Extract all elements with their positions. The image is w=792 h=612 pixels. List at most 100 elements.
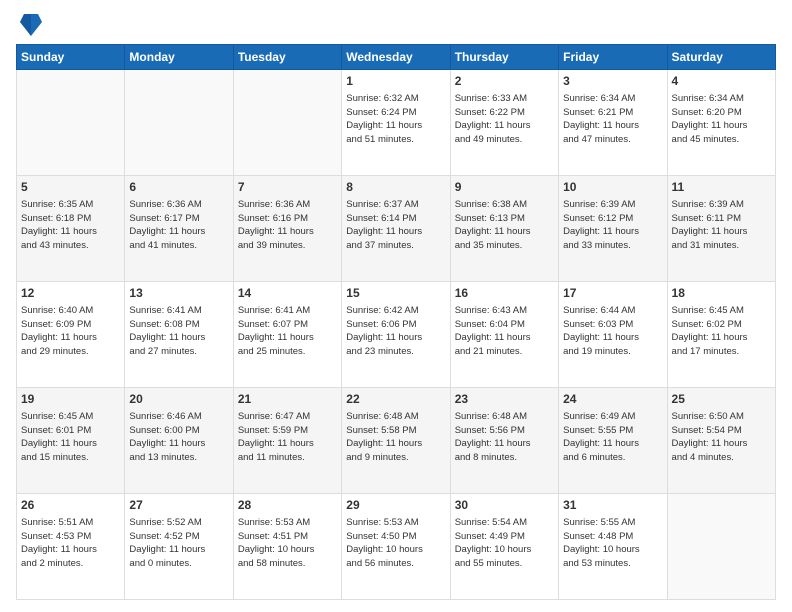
day-number: 20 [129, 391, 228, 408]
day-number: 2 [455, 73, 554, 90]
calendar-cell: 16 Sunrise: 6:43 AMSunset: 6:04 PMDayligh… [450, 282, 558, 388]
day-info: Sunrise: 6:40 AMSunset: 6:09 PMDaylight:… [21, 304, 120, 359]
calendar-cell: 15 Sunrise: 6:42 AMSunset: 6:06 PMDayligh… [342, 282, 450, 388]
day-number: 12 [21, 285, 120, 302]
calendar-cell: 29 Sunrise: 5:53 AMSunset: 4:50 PMDayligh… [342, 494, 450, 600]
calendar-cell: 11 Sunrise: 6:39 AMSunset: 6:11 PMDayligh… [667, 176, 775, 282]
day-info: Sunrise: 6:36 AMSunset: 6:16 PMDaylight:… [238, 198, 337, 253]
day-number: 29 [346, 497, 445, 514]
calendar-cell: 13Sunrise: 6:41 AMSunset: 6:08 PMDayligh… [125, 282, 233, 388]
day-info: Sunrise: 6:46 AMSunset: 6:00 PMDaylight:… [129, 410, 228, 465]
day-info: Sunrise: 6:48 AMSunset: 5:58 PMDaylight:… [346, 410, 445, 465]
calendar-page: SundayMondayTuesdayWednesdayThursdayFrid… [0, 0, 792, 612]
day-info: Sunrise: 6:35 AMSunset: 6:18 PMDaylight:… [21, 198, 120, 253]
day-info: Sunrise: 6:32 AMSunset: 6:24 PMDaylight:… [346, 92, 445, 147]
calendar-cell: 4 Sunrise: 6:34 AMSunset: 6:20 PMDaylight… [667, 70, 775, 176]
day-info: Sunrise: 5:55 AMSunset: 4:48 PMDaylight:… [563, 516, 662, 571]
calendar-cell: 28Sunrise: 5:53 AMSunset: 4:51 PMDayligh… [233, 494, 341, 600]
day-number: 7 [238, 179, 337, 196]
weekday-header-wednesday: Wednesday [342, 45, 450, 70]
day-info: Sunrise: 5:54 AMSunset: 4:49 PMDaylight:… [455, 516, 554, 571]
weekday-header-friday: Friday [559, 45, 667, 70]
day-info: Sunrise: 6:45 AMSunset: 6:01 PMDaylight:… [21, 410, 120, 465]
weekday-header-tuesday: Tuesday [233, 45, 341, 70]
day-info: Sunrise: 6:37 AMSunset: 6:14 PMDaylight:… [346, 198, 445, 253]
week-row-2: 12 Sunrise: 6:40 AMSunset: 6:09 PMDayligh… [17, 282, 776, 388]
day-number: 23 [455, 391, 554, 408]
day-info: Sunrise: 5:53 AMSunset: 4:50 PMDaylight:… [346, 516, 445, 571]
day-number: 27 [129, 497, 228, 514]
day-info: Sunrise: 6:36 AMSunset: 6:17 PMDaylight:… [129, 198, 228, 253]
week-row-1: 5 Sunrise: 6:35 AMSunset: 6:18 PMDaylight… [17, 176, 776, 282]
calendar-cell: 7 Sunrise: 6:36 AMSunset: 6:16 PMDaylight… [233, 176, 341, 282]
calendar-cell: 6 Sunrise: 6:36 AMSunset: 6:17 PMDaylight… [125, 176, 233, 282]
day-info: Sunrise: 6:43 AMSunset: 6:04 PMDaylight:… [455, 304, 554, 359]
day-number: 6 [129, 179, 228, 196]
day-info: Sunrise: 5:52 AMSunset: 4:52 PMDaylight:… [129, 516, 228, 571]
day-number: 18 [672, 285, 771, 302]
day-info: Sunrise: 6:41 AMSunset: 6:08 PMDaylight:… [129, 304, 228, 359]
day-number: 9 [455, 179, 554, 196]
day-info: Sunrise: 6:45 AMSunset: 6:02 PMDaylight:… [672, 304, 771, 359]
day-number: 30 [455, 497, 554, 514]
header [16, 12, 776, 36]
calendar-cell: 21Sunrise: 6:47 AMSunset: 5:59 PMDayligh… [233, 388, 341, 494]
calendar-cell [667, 494, 775, 600]
day-number: 15 [346, 285, 445, 302]
weekday-header-saturday: Saturday [667, 45, 775, 70]
day-info: Sunrise: 6:34 AMSunset: 6:21 PMDaylight:… [563, 92, 662, 147]
calendar-cell: 3 Sunrise: 6:34 AMSunset: 6:21 PMDaylight… [559, 70, 667, 176]
week-row-0: 1 Sunrise: 6:32 AMSunset: 6:24 PMDaylight… [17, 70, 776, 176]
day-info: Sunrise: 5:53 AMSunset: 4:51 PMDaylight:… [238, 516, 337, 571]
calendar-cell: 19 Sunrise: 6:45 AMSunset: 6:01 PMDayligh… [17, 388, 125, 494]
day-info: Sunrise: 6:49 AMSunset: 5:55 PMDaylight:… [563, 410, 662, 465]
calendar-cell: 24Sunrise: 6:49 AMSunset: 5:55 PMDayligh… [559, 388, 667, 494]
calendar-cell [125, 70, 233, 176]
day-info: Sunrise: 5:51 AMSunset: 4:53 PMDaylight:… [21, 516, 120, 571]
calendar-cell: 12 Sunrise: 6:40 AMSunset: 6:09 PMDayligh… [17, 282, 125, 388]
calendar-cell: 2 Sunrise: 6:33 AMSunset: 6:22 PMDaylight… [450, 70, 558, 176]
calendar-cell: 17 Sunrise: 6:44 AMSunset: 6:03 PMDayligh… [559, 282, 667, 388]
day-info: Sunrise: 6:33 AMSunset: 6:22 PMDaylight:… [455, 92, 554, 147]
day-info: Sunrise: 6:39 AMSunset: 6:11 PMDaylight:… [672, 198, 771, 253]
calendar-cell: 20 Sunrise: 6:46 AMSunset: 6:00 PMDayligh… [125, 388, 233, 494]
calendar-cell: 8 Sunrise: 6:37 AMSunset: 6:14 PMDaylight… [342, 176, 450, 282]
day-info: Sunrise: 6:47 AMSunset: 5:59 PMDaylight:… [238, 410, 337, 465]
day-number: 1 [346, 73, 445, 90]
day-number: 4 [672, 73, 771, 90]
day-info: Sunrise: 6:44 AMSunset: 6:03 PMDaylight:… [563, 304, 662, 359]
day-info: Sunrise: 6:39 AMSunset: 6:12 PMDaylight:… [563, 198, 662, 253]
day-number: 14 [238, 285, 337, 302]
day-number: 5 [21, 179, 120, 196]
day-number: 16 [455, 285, 554, 302]
day-number: 17 [563, 285, 662, 302]
week-row-4: 26Sunrise: 5:51 AMSunset: 4:53 PMDayligh… [17, 494, 776, 600]
day-number: 22 [346, 391, 445, 408]
calendar-cell: 14Sunrise: 6:41 AMSunset: 6:07 PMDayligh… [233, 282, 341, 388]
calendar-cell: 18 Sunrise: 6:45 AMSunset: 6:02 PMDayligh… [667, 282, 775, 388]
day-info: Sunrise: 6:38 AMSunset: 6:13 PMDaylight:… [455, 198, 554, 253]
calendar-cell: 5 Sunrise: 6:35 AMSunset: 6:18 PMDaylight… [17, 176, 125, 282]
day-number: 19 [21, 391, 120, 408]
calendar-cell: 30 Sunrise: 5:54 AMSunset: 4:49 PMDayligh… [450, 494, 558, 600]
day-info: Sunrise: 6:42 AMSunset: 6:06 PMDaylight:… [346, 304, 445, 359]
weekday-header-thursday: Thursday [450, 45, 558, 70]
calendar-cell [17, 70, 125, 176]
day-number: 11 [672, 179, 771, 196]
calendar-cell: 22 Sunrise: 6:48 AMSunset: 5:58 PMDayligh… [342, 388, 450, 494]
day-number: 3 [563, 73, 662, 90]
calendar-cell: 25Sunrise: 6:50 AMSunset: 5:54 PMDayligh… [667, 388, 775, 494]
calendar-cell [233, 70, 341, 176]
weekday-header-row: SundayMondayTuesdayWednesdayThursdayFrid… [17, 45, 776, 70]
weekday-header-sunday: Sunday [17, 45, 125, 70]
calendar-cell: 1 Sunrise: 6:32 AMSunset: 6:24 PMDaylight… [342, 70, 450, 176]
week-row-3: 19 Sunrise: 6:45 AMSunset: 6:01 PMDayligh… [17, 388, 776, 494]
calendar-cell: 31Sunrise: 5:55 AMSunset: 4:48 PMDayligh… [559, 494, 667, 600]
calendar-table: SundayMondayTuesdayWednesdayThursdayFrid… [16, 44, 776, 600]
day-info: Sunrise: 6:34 AMSunset: 6:20 PMDaylight:… [672, 92, 771, 147]
day-info: Sunrise: 6:48 AMSunset: 5:56 PMDaylight:… [455, 410, 554, 465]
day-number: 8 [346, 179, 445, 196]
day-number: 25 [672, 391, 771, 408]
logo [16, 12, 42, 36]
weekday-header-monday: Monday [125, 45, 233, 70]
